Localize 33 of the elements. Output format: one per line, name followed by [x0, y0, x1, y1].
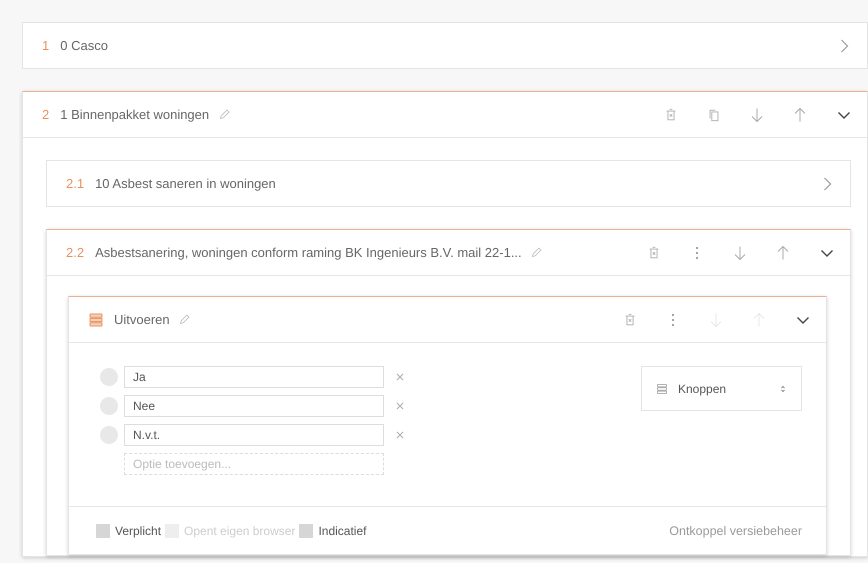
list-icon	[656, 382, 668, 394]
panel-title: 10 Asbest saneren in woningen	[95, 176, 276, 191]
panel-title: Uitvoeren	[114, 312, 170, 327]
list-icon	[88, 312, 104, 328]
pencil-icon	[530, 246, 544, 259]
close-icon	[395, 400, 405, 410]
trash-icon	[646, 246, 660, 260]
panel-title: 0 Casco	[60, 38, 108, 53]
item-number: 2.2	[66, 245, 84, 260]
panel-title: Asbestsanering, woningen conform raming BK Ingenieurs B.V. mail 22-1...	[95, 245, 522, 260]
arrow-down-icon	[748, 106, 764, 122]
item-number: 2	[42, 107, 50, 122]
pencil-icon	[218, 108, 231, 121]
option-field[interactable]: N.v.t.	[124, 424, 384, 446]
add-option-field[interactable]: Optie toevoegen...	[124, 453, 384, 475]
option-field[interactable]: Nee	[124, 395, 384, 417]
copy-icon	[706, 108, 720, 122]
more-icon	[670, 312, 674, 326]
item-number: 2.1	[66, 176, 84, 191]
checkbox[interactable]: Verplicht	[96, 524, 162, 538]
trash-icon	[664, 108, 678, 122]
pencil-icon	[178, 313, 192, 326]
arrow-down-icon	[732, 244, 748, 260]
option-field[interactable]: Ja	[124, 366, 384, 388]
checkbox[interactable]: Indicatief	[299, 524, 366, 538]
trash-icon	[622, 312, 636, 326]
close-icon	[395, 430, 405, 440]
close-icon	[395, 372, 405, 382]
answer-type-select[interactable]: Knoppen	[641, 366, 802, 411]
item-number: 1	[42, 38, 50, 53]
panel-title: 1 Binnenpakket woningen	[60, 107, 210, 122]
updown-icon	[779, 384, 787, 394]
more-icon	[694, 246, 698, 260]
